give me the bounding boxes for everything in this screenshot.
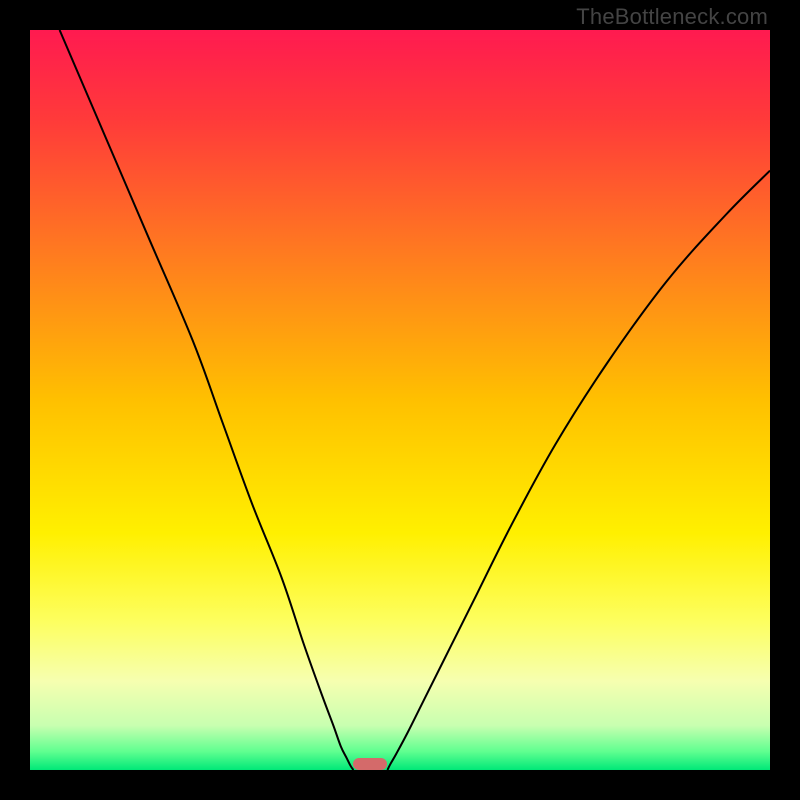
- bottleneck-curve: [30, 30, 770, 770]
- curve-right-branch: [387, 171, 770, 770]
- watermark-text: TheBottleneck.com: [576, 4, 768, 30]
- chart-frame: [30, 30, 770, 770]
- bottleneck-marker: [353, 758, 387, 770]
- curve-left-branch: [60, 30, 354, 770]
- plot-area: [30, 30, 770, 770]
